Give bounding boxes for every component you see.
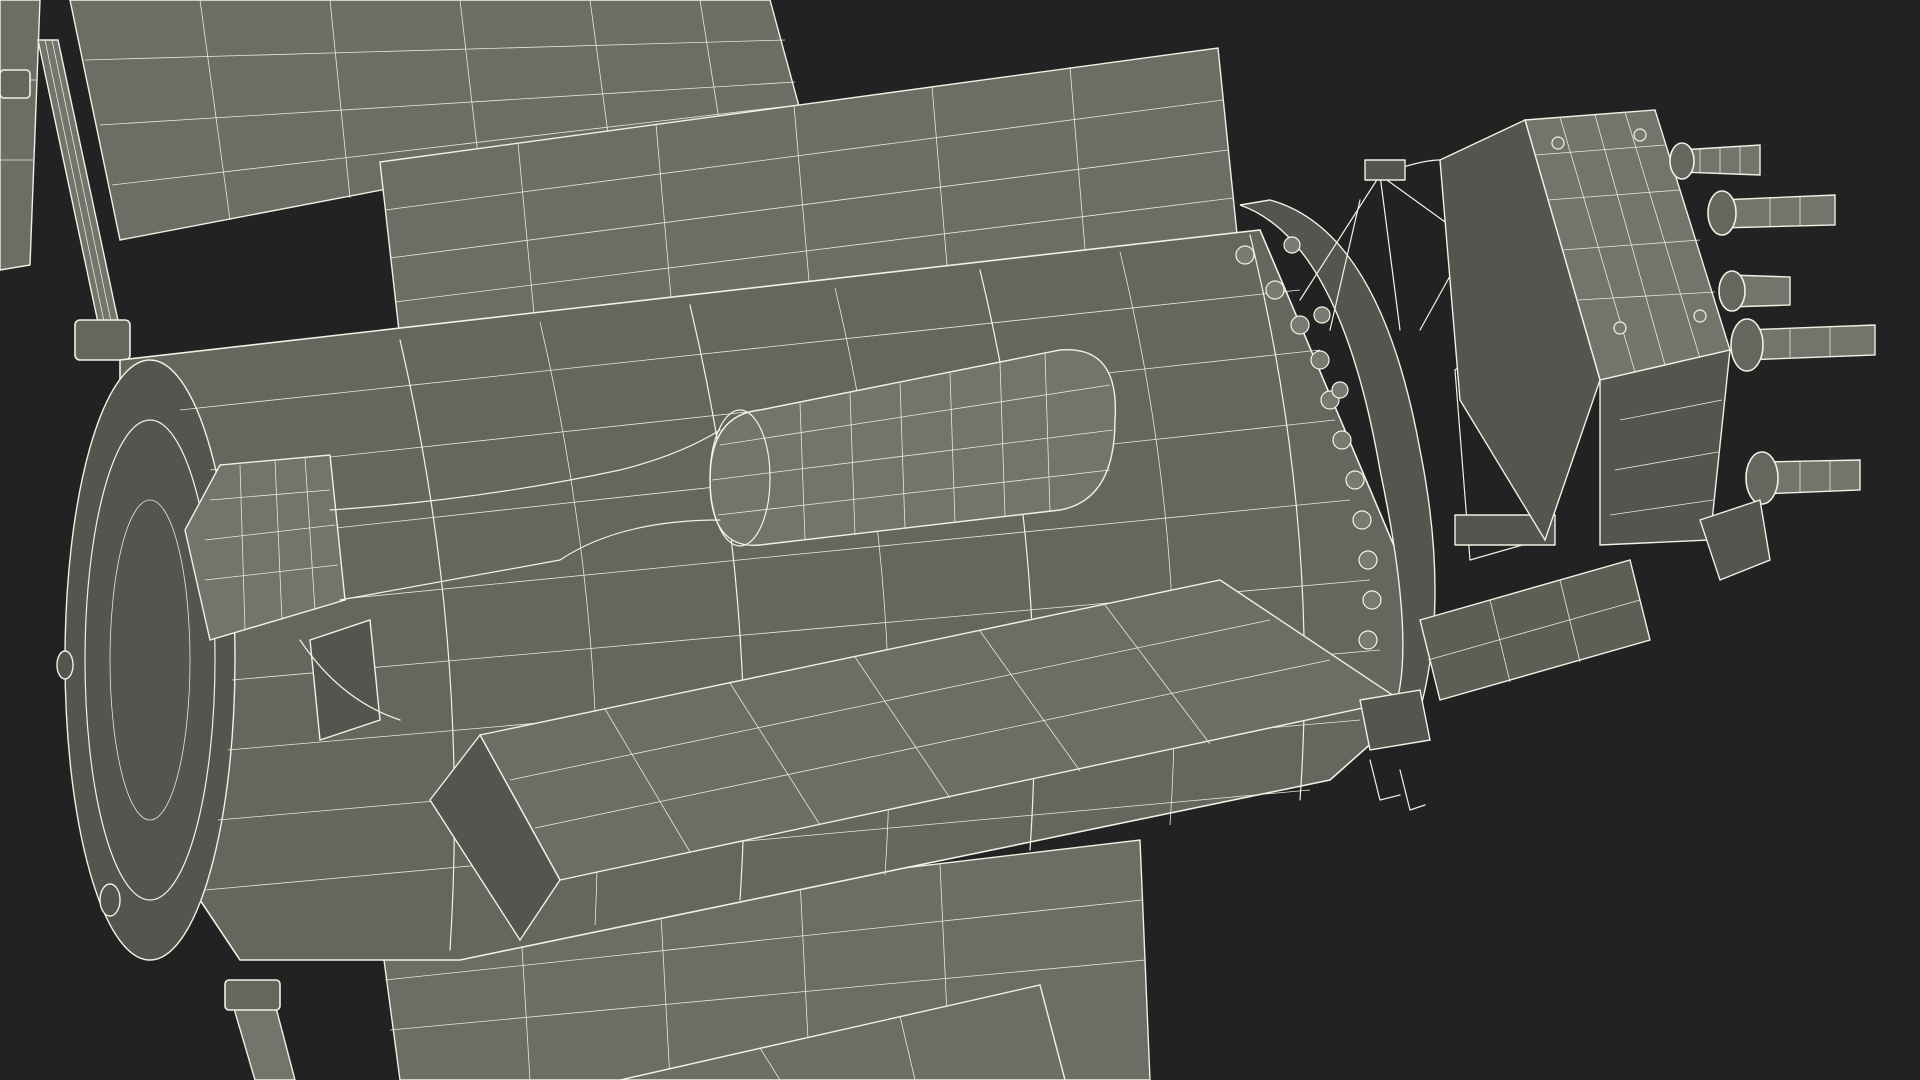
nozzle-3 [1718, 270, 1791, 312]
nozzle-5 [1745, 451, 1861, 505]
nozzle-4 [1730, 318, 1876, 372]
nozzle-1 [1669, 142, 1761, 180]
nozzle-2 [1707, 190, 1836, 236]
satellite-render [0, 0, 1876, 1080]
render-viewport [0, 0, 1920, 1080]
